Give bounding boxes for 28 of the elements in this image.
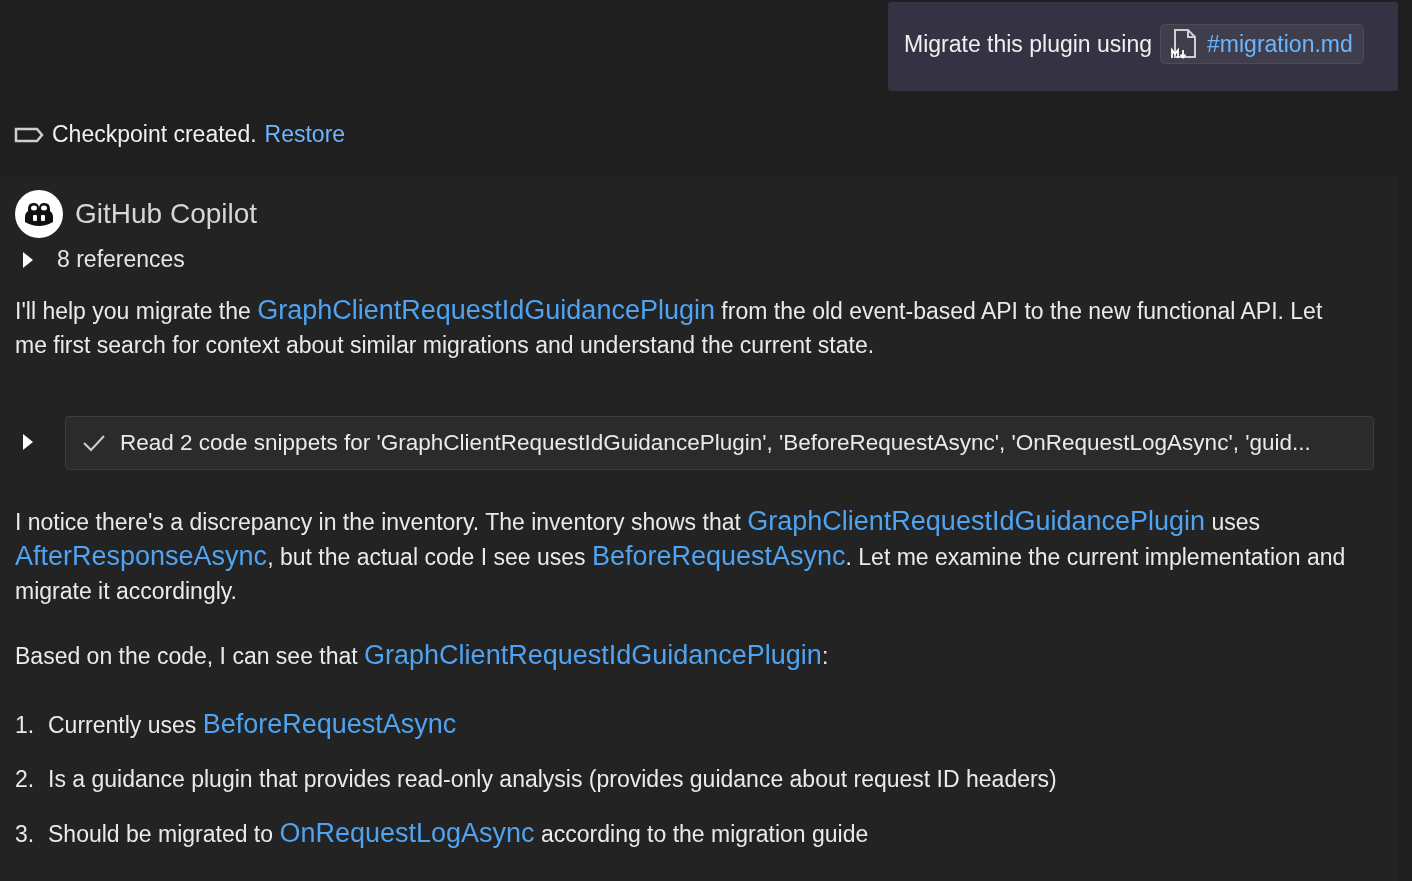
code-link[interactable]: GraphClientRequestIdGuidancePlugin bbox=[747, 506, 1206, 536]
markdown-file-icon bbox=[1171, 29, 1198, 59]
references-toggle[interactable]: 8 references bbox=[15, 246, 185, 273]
list-item-text: Currently uses BeforeRequestAsync bbox=[48, 708, 458, 741]
checkpoint-tag-icon bbox=[14, 126, 44, 143]
list-number: 2. bbox=[15, 766, 32, 793]
checkpoint-text: Checkpoint created. bbox=[52, 121, 257, 148]
code-link[interactable]: BeforeRequestAsync bbox=[591, 541, 846, 571]
list-item-text: Should be migrated to OnRequestLogAsync according to the migration guide bbox=[48, 817, 870, 850]
author-name: GitHub Copilot bbox=[75, 198, 258, 230]
code-link[interactable]: GraphClientRequestIdGuidancePlugin bbox=[257, 295, 715, 325]
list-item-text: Is a guidance plugin that provides read-only analysis (provides guidance about request ID headers) bbox=[48, 765, 1058, 794]
message-paragraph: I'll help you migrate the GraphClientRequestIdGuidancePlugin from the old event-based API to the new functional API. Let me first search for context about similar migrations and understand the current state. bbox=[15, 294, 1324, 360]
message-paragraph: I notice there's a discrepancy in the inventory. The inventory shows that GraphClientRequestIdGuidancePlugin uses AfterResponseAsync, but the actual code I see uses BeforeRequestAsync. Let me examine the current implementation and migrate it accordingly. bbox=[15, 505, 1347, 606]
code-link[interactable]: OnRequestLogAsync bbox=[279, 818, 535, 848]
code-link[interactable]: GraphClientRequestIdGuidancePlugin bbox=[364, 640, 822, 670]
restore-link[interactable]: Restore bbox=[264, 121, 346, 148]
caret-icon bbox=[21, 431, 35, 452]
list-number: 3. bbox=[15, 821, 32, 848]
list-number: 1. bbox=[15, 712, 32, 739]
message-paragraph: Based on the code, I can see that GraphClientRequestIdGuidancePlugin: bbox=[15, 639, 830, 672]
file-attachment-chip[interactable]: #migration.md bbox=[1160, 24, 1364, 64]
code-link[interactable]: AfterResponseAsync bbox=[15, 541, 268, 571]
user-message-text: Migrate this plugin using bbox=[904, 30, 1153, 58]
caret-icon bbox=[21, 249, 35, 270]
copilot-icon bbox=[23, 200, 55, 228]
tool-result-box[interactable]: Read 2 code snippets for 'GraphClientRequestIdGuidancePlugin', 'BeforeRequestAsync', 'OnRequestLogAsync', 'guid... bbox=[65, 416, 1374, 470]
code-link[interactable]: BeforeRequestAsync bbox=[202, 709, 457, 739]
